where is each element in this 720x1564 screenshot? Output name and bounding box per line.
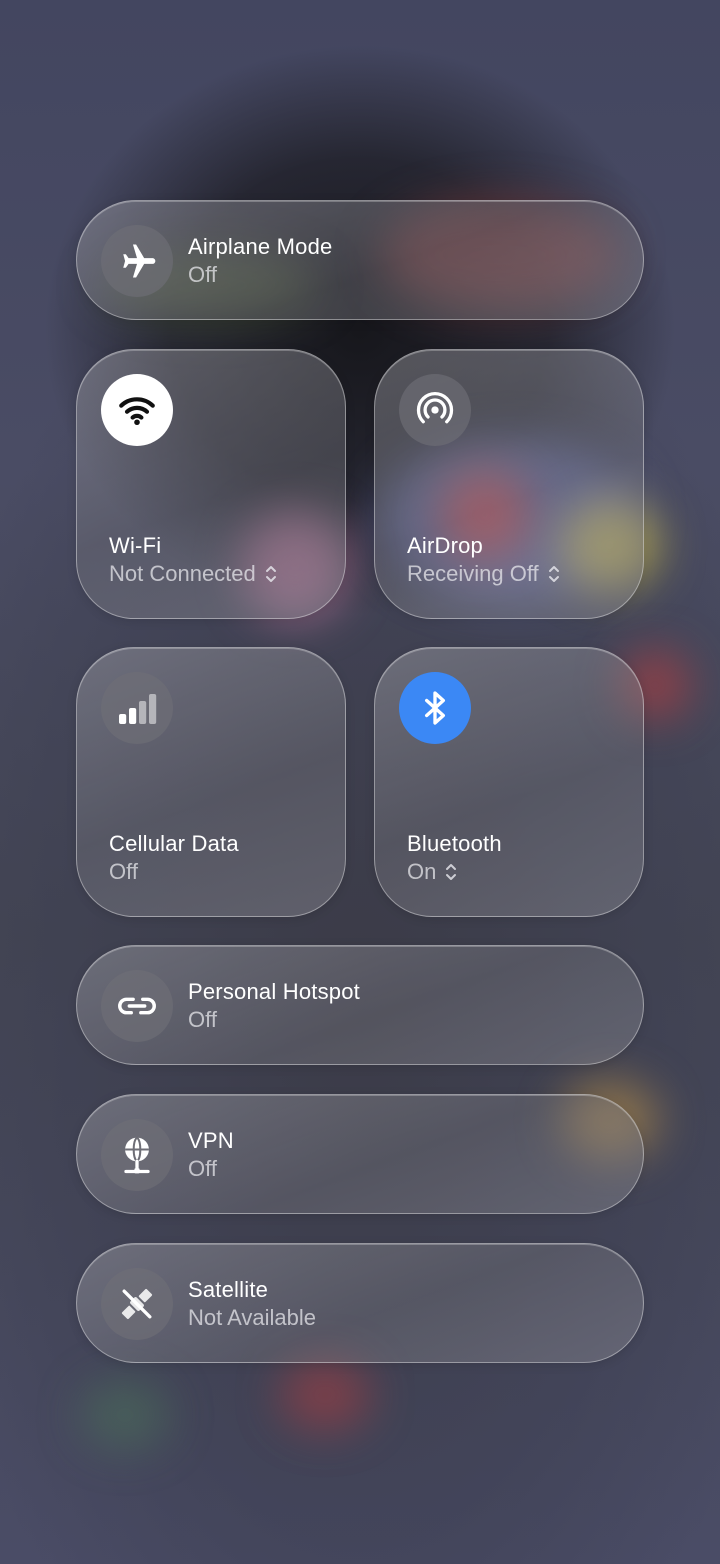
airdrop-label: AirDrop — [407, 533, 483, 558]
wifi-icon — [101, 374, 173, 446]
airdrop-tile[interactable]: AirDrop Receiving Off — [374, 349, 644, 619]
wifi-status: Not Connected — [109, 561, 278, 587]
bluetooth-label: Bluetooth — [407, 831, 502, 856]
cellular-data-label: Cellular Data — [109, 831, 239, 856]
chevron-up-down-icon — [265, 566, 276, 582]
chevron-up-down-icon — [446, 864, 457, 880]
airdrop-icon — [399, 374, 471, 446]
personal-hotspot-toggle[interactable]: Personal Hotspot Off — [76, 945, 644, 1065]
vpn-status: Off — [188, 1156, 217, 1181]
wifi-label: Wi-Fi — [109, 533, 162, 558]
airplane-icon — [101, 225, 173, 297]
airdrop-status: Receiving Off — [407, 561, 561, 587]
airplane-mode-status: Off — [188, 262, 217, 287]
link-icon — [101, 970, 173, 1042]
satellite-toggle[interactable]: Satellite Not Available — [76, 1243, 644, 1363]
cellular-data-status: Off — [109, 859, 138, 884]
airplane-mode-toggle[interactable]: Airplane Mode Off — [76, 200, 644, 320]
cellular-data-tile[interactable]: Cellular Data Off — [76, 647, 346, 917]
vpn-toggle[interactable]: VPN Off — [76, 1094, 644, 1214]
wifi-tile[interactable]: Wi-Fi Not Connected — [76, 349, 346, 619]
personal-hotspot-label: Personal Hotspot — [188, 979, 360, 1004]
satellite-icon — [101, 1268, 173, 1340]
satellite-label: Satellite — [188, 1277, 269, 1302]
personal-hotspot-status: Off — [188, 1007, 217, 1032]
bluetooth-tile[interactable]: Bluetooth On — [374, 647, 644, 917]
chevron-up-down-icon — [548, 566, 559, 582]
globe-network-icon — [101, 1119, 173, 1191]
bluetooth-status: On — [407, 859, 458, 885]
airplane-mode-label: Airplane Mode — [188, 234, 333, 259]
vpn-label: VPN — [188, 1128, 234, 1153]
cellular-signal-icon — [101, 672, 173, 744]
bluetooth-icon — [399, 672, 471, 744]
satellite-status: Not Available — [188, 1305, 317, 1330]
